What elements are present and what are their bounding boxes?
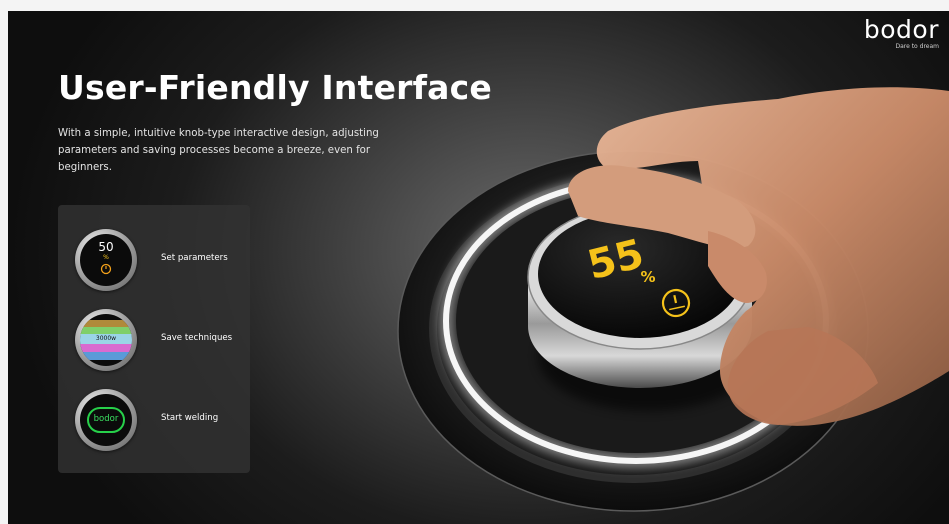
features-panel: 50 % Set parameters 3000w Save technique… (58, 205, 250, 473)
feature-value: 50 (98, 240, 114, 254)
feature-label: Save techniques (161, 333, 233, 343)
feature-value: 3000w (95, 335, 117, 342)
start-logo-ring: bodor (87, 407, 125, 433)
saved-techniques-list-icon: 3000w (75, 309, 137, 371)
knob-50-percent-icon: 50 % (75, 229, 137, 291)
knob-unit-text: % (640, 268, 655, 286)
brand-tagline: Dare to dream (895, 43, 939, 50)
list-stripe (80, 352, 132, 360)
mini-gauge-icon (100, 263, 112, 275)
bodor-logo-start-icon: bodor (75, 389, 137, 451)
feature-set-parameters[interactable]: 50 % Set parameters (75, 229, 245, 293)
description-text: With a simple, intuitive knob-type inter… (58, 128, 379, 173)
feature-label: Start welding (161, 413, 219, 423)
hero-banner: 55 % bodor Dare to dream User-Friendly I… (8, 11, 949, 524)
brand: bodor Dare to dream (863, 15, 939, 51)
feature-value: bodor (93, 414, 119, 424)
list-stripe (80, 344, 132, 352)
feature-label: Set parameters (161, 253, 228, 263)
feature-save-techniques[interactable]: 3000w Save techniques (75, 309, 245, 373)
feature-unit: % (103, 254, 109, 261)
brand-logo: bodor (863, 15, 939, 44)
page-title: User-Friendly Interface (58, 68, 492, 107)
feature-start-welding[interactable]: bodor Start welding (75, 389, 245, 453)
